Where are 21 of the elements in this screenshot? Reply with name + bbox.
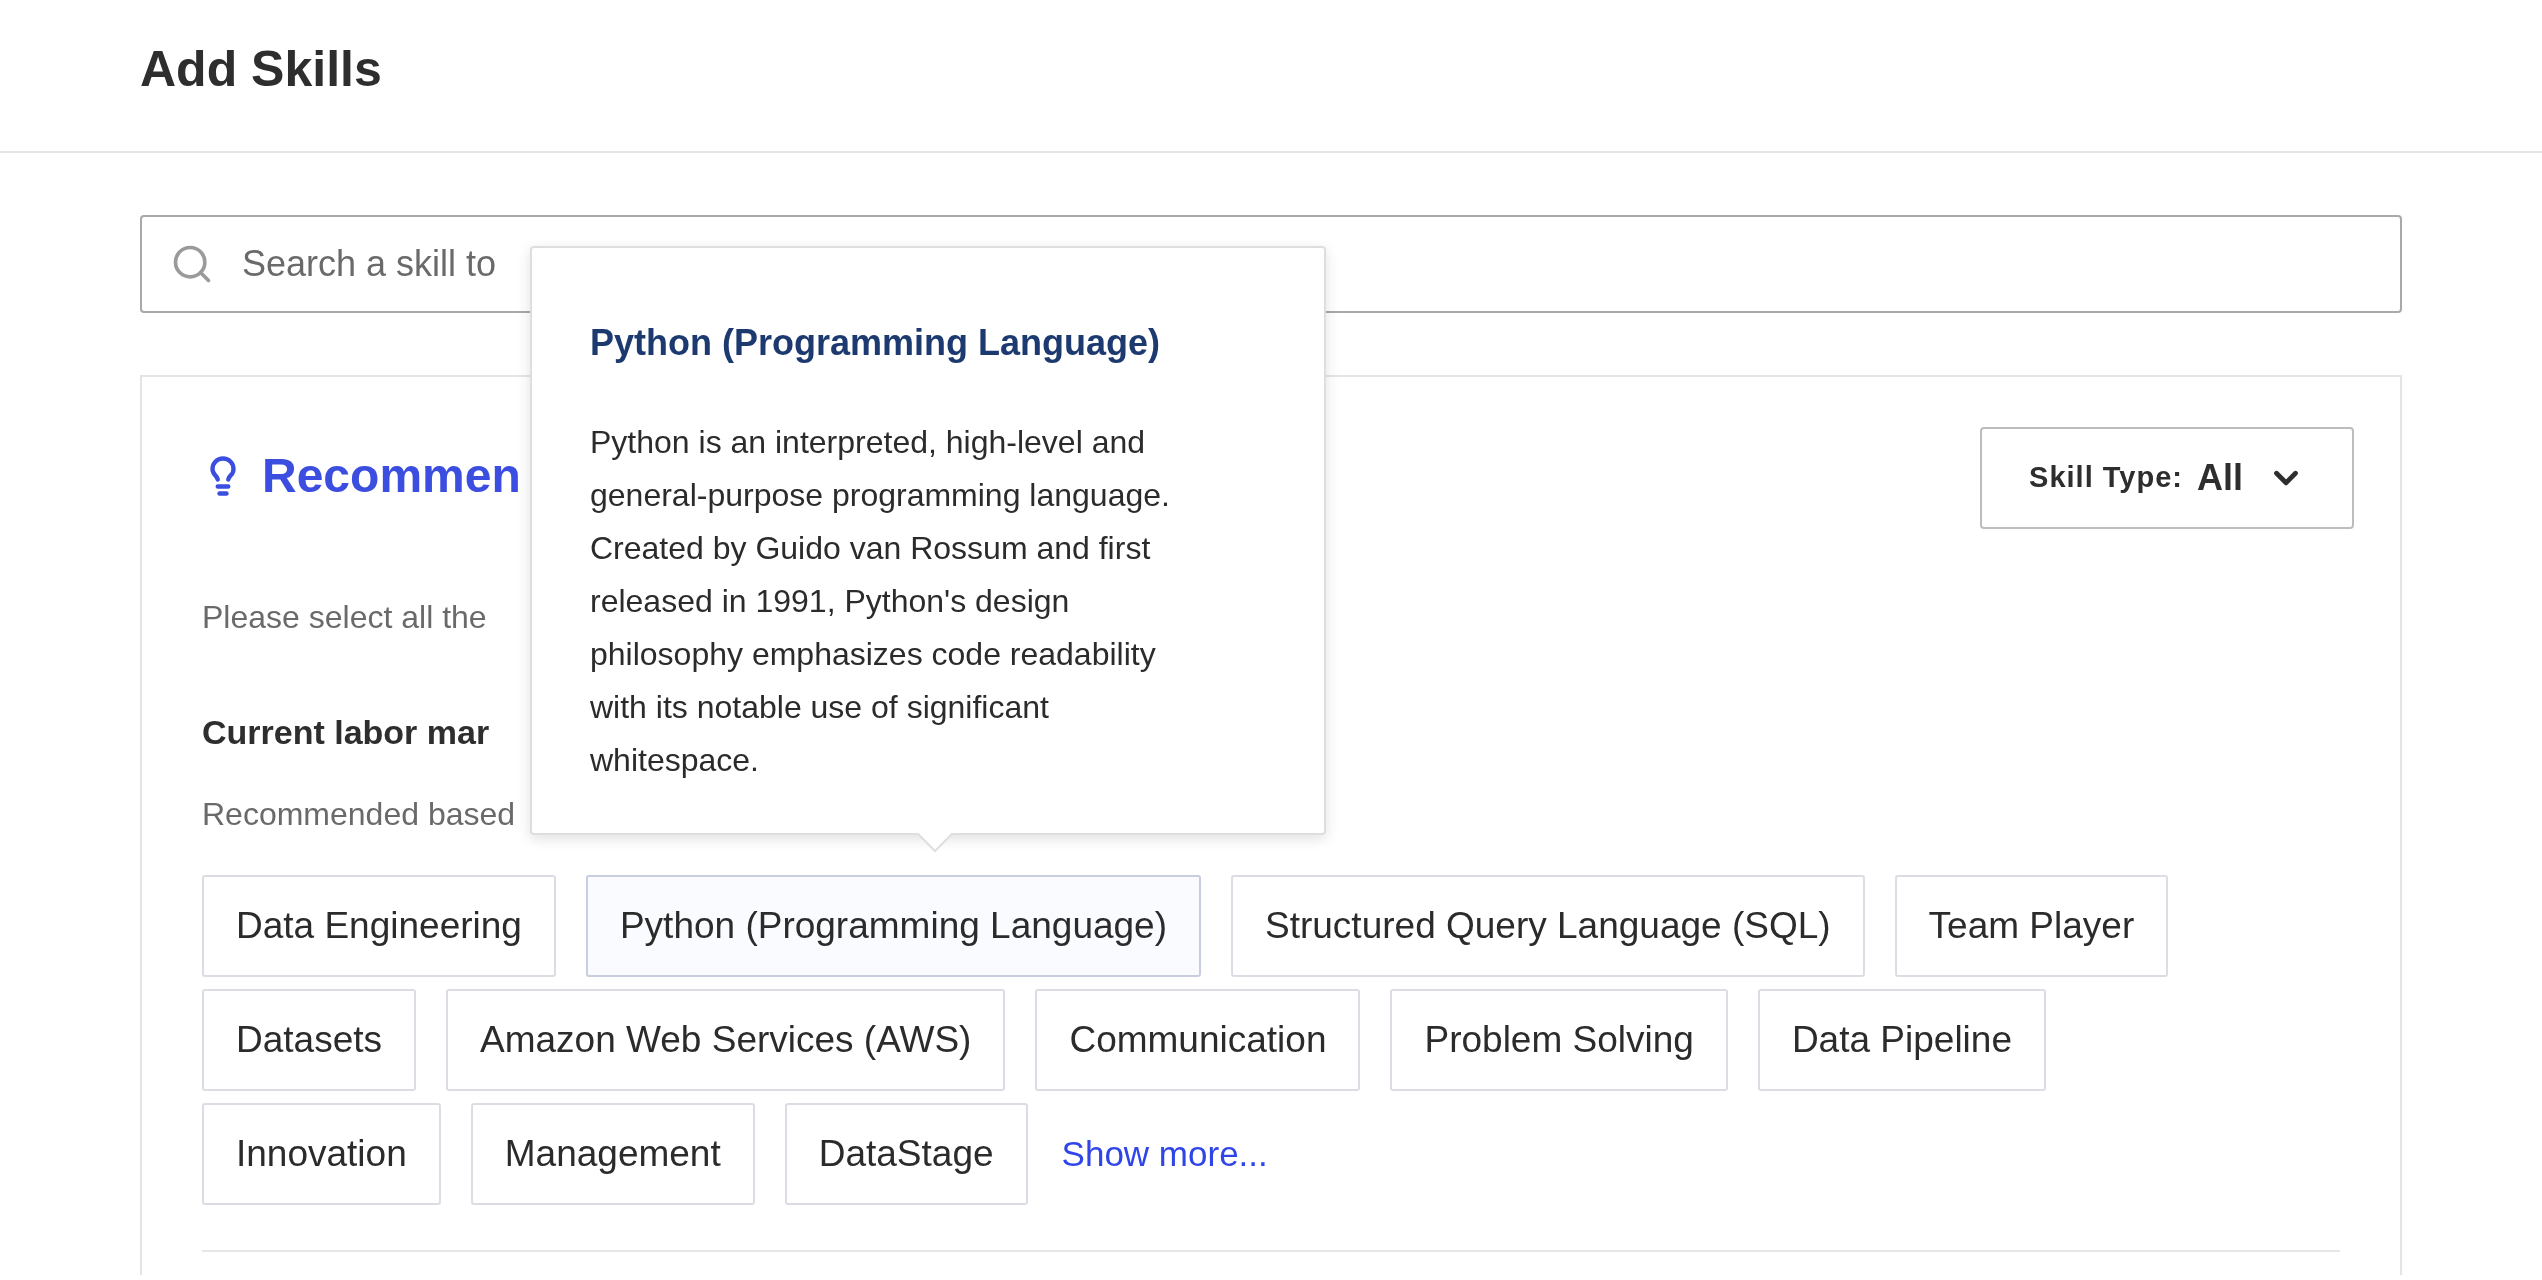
skill-chip[interactable]: Innovation bbox=[202, 1103, 441, 1205]
page-title: Add Skills bbox=[140, 40, 382, 99]
skill-chip[interactable]: Amazon Web Services (AWS) bbox=[446, 989, 1006, 1091]
skill-chip[interactable]: Data Engineering bbox=[202, 875, 556, 977]
section-heading: Recommen bbox=[262, 448, 521, 504]
skill-chip[interactable]: Structured Query Language (SQL) bbox=[1231, 875, 1865, 977]
subsection-heading: Current labor mar bbox=[202, 712, 490, 753]
tooltip-body: Python is an interpreted, high-level and general-purpose programming language. Created by Guido van Rossum and first released in 1991, Python's design philosophy emphasizes code readability with its notable use of significant whitespace. bbox=[590, 423, 1171, 780]
skill-chip[interactable]: Datasets bbox=[202, 989, 416, 1091]
skill-chip[interactable]: DataStage bbox=[784, 1103, 1028, 1205]
show-more-link[interactable]: Show more... bbox=[1061, 1127, 1268, 1181]
tooltip-title: Python (Programming Language) bbox=[590, 321, 1162, 365]
instruction-text: Please select all the bbox=[202, 598, 487, 637]
skill-chip[interactable]: Python (Programming Language) bbox=[585, 875, 1201, 977]
subsection-note: Recommended based bbox=[202, 795, 516, 834]
skill-chip[interactable]: Data Pipeline bbox=[1757, 989, 2046, 1091]
skill-type-dropdown[interactable]: Skill Type: All bbox=[1980, 427, 2354, 529]
skill-chip[interactable]: Communication bbox=[1035, 989, 1361, 1091]
skill-chip[interactable]: Management bbox=[470, 1103, 755, 1205]
skill-chip[interactable]: Problem Solving bbox=[1390, 989, 1728, 1091]
skill-chip[interactable]: Team Player bbox=[1894, 875, 2169, 977]
